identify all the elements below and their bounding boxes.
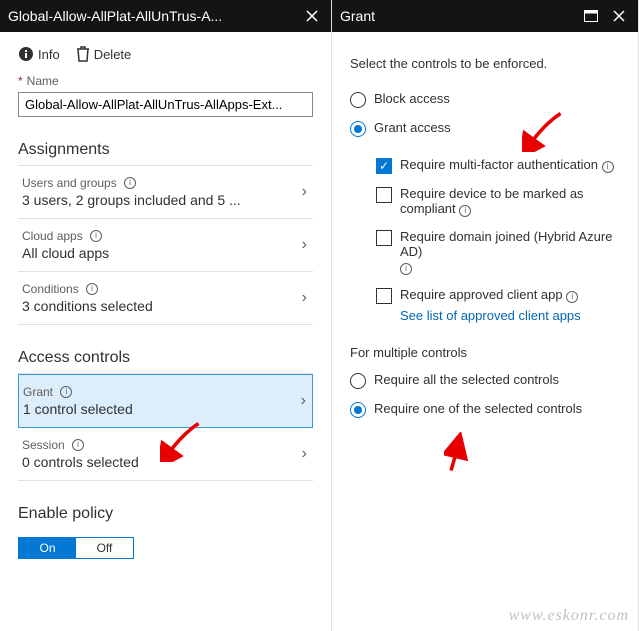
- info-icon: i: [86, 283, 98, 295]
- mfa-label: Require multi-factor authentication: [400, 157, 598, 172]
- delete-label: Delete: [94, 47, 132, 62]
- left-panel-title: Global-Allow-AllPlat-AllUnTrus-A...: [8, 8, 295, 24]
- compliant-label: Require device to be marked as compliant: [400, 186, 584, 216]
- require-one-radio[interactable]: Require one of the selected controls: [350, 395, 620, 424]
- domain-joined-checkbox[interactable]: Require domain joined (Hybrid Azure AD) i: [376, 223, 620, 281]
- session-summary: 0 controls selected: [22, 454, 309, 470]
- grant-title: Grant: [23, 385, 53, 399]
- radio-icon: [350, 373, 366, 389]
- annotation-arrow: [444, 432, 486, 474]
- access-controls-heading: Access controls: [18, 349, 313, 374]
- grant-access-radio[interactable]: Grant access: [350, 114, 620, 143]
- restore-icon[interactable]: [580, 5, 602, 27]
- radio-icon: [350, 402, 366, 418]
- require-one-label: Require one of the selected controls: [374, 401, 582, 416]
- chevron-right-icon: ›: [302, 445, 307, 463]
- info-icon: i: [566, 291, 578, 303]
- session-row[interactable]: Session i 0 controls selected ›: [18, 428, 313, 481]
- compliant-checkbox[interactable]: Require device to be marked as compliant…: [376, 180, 620, 223]
- info-icon: i: [400, 263, 412, 275]
- domain-label: Require domain joined (Hybrid Azure AD): [400, 229, 612, 259]
- info-icon: i: [459, 205, 471, 217]
- approved-app-checkbox[interactable]: Require approved client app i: [376, 281, 620, 310]
- grant-access-label: Grant access: [374, 120, 451, 135]
- users-summary: 3 users, 2 groups included and 5 ...: [22, 192, 309, 208]
- info-icon: i: [72, 439, 84, 451]
- info-icon: i: [60, 386, 72, 398]
- grant-row[interactable]: Grant i 1 control selected ›: [18, 374, 313, 428]
- delete-button[interactable]: Delete: [76, 46, 132, 62]
- conditions-summary: 3 conditions selected: [22, 298, 309, 314]
- chevron-right-icon: ›: [302, 289, 307, 307]
- users-title: Users and groups: [22, 176, 117, 190]
- conditions-row[interactable]: Conditions i 3 conditions selected ›: [18, 272, 313, 325]
- info-button[interactable]: Info: [18, 46, 60, 62]
- checkbox-icon: [376, 158, 392, 174]
- enable-policy-toggle[interactable]: On Off: [18, 537, 134, 559]
- require-all-label: Require all the selected controls: [374, 372, 559, 387]
- checkbox-icon: [376, 187, 392, 203]
- close-icon[interactable]: [608, 5, 630, 27]
- chevron-right-icon: ›: [301, 392, 306, 410]
- grant-summary: 1 control selected: [23, 401, 308, 417]
- conditions-title: Conditions: [22, 282, 79, 296]
- grant-subhead: Select the controls to be enforced.: [350, 42, 620, 85]
- info-label: Info: [38, 47, 60, 62]
- info-icon: i: [124, 177, 136, 189]
- block-access-radio[interactable]: Block access: [350, 85, 620, 114]
- checkbox-icon: [376, 230, 392, 246]
- info-icon: i: [90, 230, 102, 242]
- radio-icon: [350, 92, 366, 108]
- cloud-apps-summary: All cloud apps: [22, 245, 309, 261]
- chevron-right-icon: ›: [302, 183, 307, 201]
- for-multiple-label: For multiple controls: [350, 345, 620, 360]
- cloud-apps-title: Cloud apps: [22, 229, 83, 243]
- assignments-heading: Assignments: [18, 141, 313, 166]
- close-icon[interactable]: [301, 5, 323, 27]
- mfa-checkbox[interactable]: Require multi-factor authentication i: [376, 151, 620, 180]
- info-icon: i: [602, 161, 614, 173]
- users-and-groups-row[interactable]: Users and groups i 3 users, 2 groups inc…: [18, 166, 313, 219]
- name-label: Name: [27, 74, 59, 88]
- block-access-label: Block access: [374, 91, 450, 106]
- watermark: www.eskonr.com: [509, 607, 629, 625]
- cloud-apps-row[interactable]: Cloud apps i All cloud apps ›: [18, 219, 313, 272]
- approved-client-apps-link[interactable]: See list of approved client apps: [400, 308, 581, 323]
- chevron-right-icon: ›: [302, 236, 307, 254]
- name-input[interactable]: [18, 92, 313, 117]
- radio-icon: [350, 121, 366, 137]
- require-all-radio[interactable]: Require all the selected controls: [350, 366, 620, 395]
- approved-app-label: Require approved client app: [400, 287, 563, 302]
- toggle-off[interactable]: Off: [76, 538, 133, 558]
- right-panel-title: Grant: [340, 8, 574, 24]
- enable-policy-heading: Enable policy: [18, 505, 313, 529]
- toggle-on[interactable]: On: [19, 538, 76, 558]
- session-title: Session: [22, 438, 65, 452]
- checkbox-icon: [376, 288, 392, 304]
